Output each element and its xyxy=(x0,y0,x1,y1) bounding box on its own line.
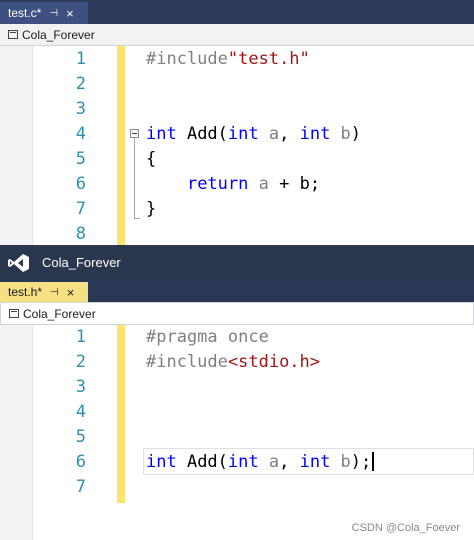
parameter: a xyxy=(258,124,280,144)
line-number: 1 xyxy=(75,327,86,347)
close-icon[interactable]: × xyxy=(67,286,75,299)
preprocessor-directive: #include xyxy=(146,352,228,372)
preprocessor-directive: #pragma once xyxy=(146,327,269,347)
line-number: 1 xyxy=(75,49,86,69)
keyword: int xyxy=(227,124,259,144)
code-line[interactable]: 6 return a + b; xyxy=(0,172,474,197)
line-number: 5 xyxy=(75,149,86,169)
parameter: a xyxy=(248,174,269,194)
document-tab-bar: test.c* ⊣ × xyxy=(0,0,474,24)
window-title: Cola_Forever xyxy=(42,255,121,270)
pin-icon[interactable]: ⊣ xyxy=(50,287,59,298)
line-number: 4 xyxy=(75,124,86,144)
top-editor-pane: test.c* ⊣ × Cola_Forever 1 #include"test… xyxy=(0,0,474,245)
line-number: 8 xyxy=(75,224,86,244)
line-number: 3 xyxy=(75,99,86,119)
project-dropdown-label: Cola_Forever xyxy=(23,306,96,321)
separator: , xyxy=(279,124,300,144)
code-line[interactable]: 2 xyxy=(0,72,474,97)
window-title-bar[interactable]: Cola_Forever xyxy=(0,245,474,280)
code-line[interactable]: 5 { xyxy=(0,147,474,172)
line-number: 3 xyxy=(75,377,86,397)
code-line[interactable]: 3 xyxy=(0,375,474,400)
line-number: 6 xyxy=(75,174,86,194)
tab-label: test.h* xyxy=(8,285,43,299)
project-dropdown-label: Cola_Forever xyxy=(22,27,95,42)
punctuation: ) xyxy=(350,124,362,144)
punctuation: ; xyxy=(309,174,321,194)
code-text: { xyxy=(146,149,157,169)
bottom-editor-pane: test.h* ⊣ × Cola_Forever 1 #pragma once … xyxy=(0,280,474,540)
watermark: CSDN @Cola_Foever xyxy=(351,522,460,534)
preprocessor-directive: #include xyxy=(146,49,228,69)
current-line-highlight xyxy=(143,448,474,475)
code-line[interactable]: 8 xyxy=(0,222,474,245)
code-editor[interactable]: 1 #pragma once 2 #include<stdio.h> 3 4 5… xyxy=(0,325,474,540)
code-line[interactable]: 4 xyxy=(0,400,474,425)
line-number: 2 xyxy=(75,352,86,372)
line-number: 2 xyxy=(75,74,86,94)
include-path: "test.h" xyxy=(227,49,310,69)
visual-studio-logo-icon xyxy=(8,254,29,272)
line-number: 6 xyxy=(75,452,86,472)
keyword: int xyxy=(299,124,331,144)
code-editor[interactable]: 1 #include"test.h" 2 3 4 int Add(int a, … xyxy=(0,46,474,245)
pin-icon[interactable]: ⊣ xyxy=(49,8,58,19)
tab-label: test.c* xyxy=(8,6,42,20)
line-number: 5 xyxy=(75,427,86,447)
tab-test-h[interactable]: test.h* ⊣ × xyxy=(0,282,88,302)
parameter: b xyxy=(330,124,351,144)
keyword: return xyxy=(186,174,249,194)
collapse-toggle-icon[interactable] xyxy=(130,129,139,138)
code-line[interactable]: 1 #include"test.h" xyxy=(0,47,474,72)
code-line[interactable]: 7 xyxy=(0,475,474,500)
function-name: Add( xyxy=(176,124,228,144)
include-path: <stdio.h> xyxy=(227,352,321,372)
code-line[interactable]: 2 #include<stdio.h> xyxy=(0,350,474,375)
project-nav-bar[interactable]: Cola_Forever xyxy=(0,302,474,325)
project-nav-bar[interactable]: Cola_Forever xyxy=(0,24,474,46)
identifier: b xyxy=(299,174,310,194)
keyword: int xyxy=(146,124,177,144)
code-text: } xyxy=(146,199,157,219)
line-number: 4 xyxy=(75,402,86,422)
code-line[interactable]: 3 xyxy=(0,97,474,122)
code-line[interactable]: 1 #pragma once xyxy=(0,325,474,350)
tab-test-c[interactable]: test.c* ⊣ × xyxy=(0,2,88,24)
operator: + xyxy=(268,174,300,194)
project-icon xyxy=(8,30,18,39)
close-icon[interactable]: × xyxy=(66,7,74,20)
code-line[interactable]: 5 xyxy=(0,425,474,450)
line-number: 7 xyxy=(75,477,86,497)
code-line[interactable]: 7 } xyxy=(0,197,474,222)
document-tab-bar: test.h* ⊣ × xyxy=(0,280,474,302)
code-line[interactable]: 4 int Add(int a, int b) xyxy=(0,122,474,147)
project-icon xyxy=(9,309,19,318)
line-number: 7 xyxy=(75,199,86,219)
